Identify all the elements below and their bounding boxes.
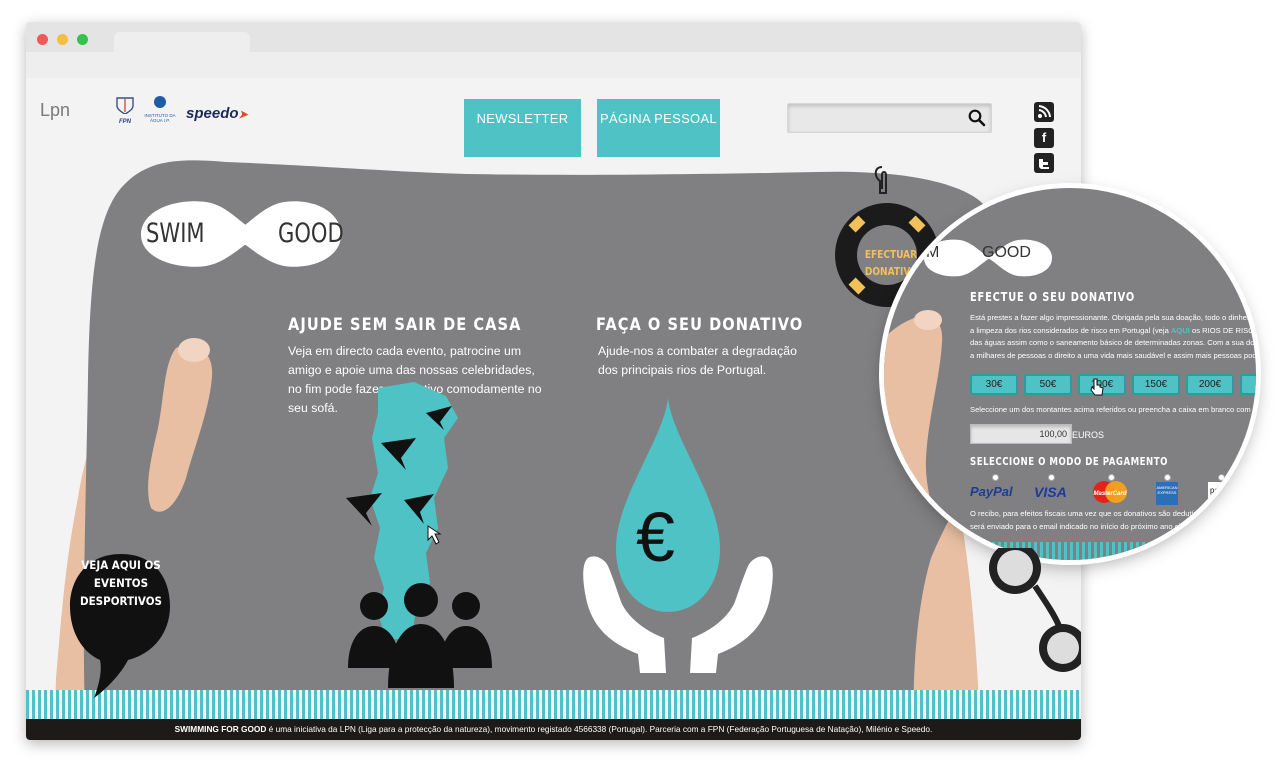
receipt-text: O recibo, para efeitos fiscais uma vez q… xyxy=(970,508,1202,533)
amex-logo[interactable]: AMERICAN EXPRESS xyxy=(1156,482,1178,505)
select-amount-text: Seleccione um dos montantes acima referi… xyxy=(970,405,1256,414)
lpn-logo[interactable]: Lpn xyxy=(40,100,70,121)
instituto-agua-logo[interactable]: INSTITUTO DA ÁGUA I.P. xyxy=(142,94,178,124)
receipt-line-1: O recibo, para efeitos fiscais uma vez q… xyxy=(970,509,1202,518)
speedo-boomerang-icon: ➤ xyxy=(238,109,248,121)
search-icon[interactable] xyxy=(968,109,986,127)
water-stripes xyxy=(26,690,1081,719)
intro-line-1: Está prestes a fazer algo impressionante… xyxy=(970,313,1256,322)
donativo-heading: FAÇA O SEU DONATIVO xyxy=(596,315,804,335)
minimize-window-dot[interactable] xyxy=(57,34,68,45)
magnifier-logo-for: FOR xyxy=(946,246,974,261)
hand-cursor-icon xyxy=(1090,378,1104,396)
donation-drop-illustration[interactable] xyxy=(578,398,778,678)
euro-icon: € xyxy=(636,498,675,576)
intro-line-2-a: a limpeza dos rios considerados de risco… xyxy=(970,325,1171,335)
currency-label: EUROS xyxy=(1072,430,1105,440)
amount-50-button[interactable]: 50€ xyxy=(1024,374,1072,395)
rios-risco-link[interactable]: AQUI xyxy=(1171,326,1190,335)
fpn-crest-icon xyxy=(116,97,134,115)
paypal-radio[interactable] xyxy=(992,474,999,481)
amex-radio[interactable] xyxy=(1164,474,1171,481)
svg-text:MasterCard: MasterCard xyxy=(1093,491,1126,497)
search-input[interactable] xyxy=(788,104,970,130)
events-bubble-line-3: DESPORTIVOS xyxy=(79,594,162,608)
magnifier-zoom: M FOR GOOD EFECTUE O SEU DONATIVO Está p… xyxy=(884,188,1256,560)
goggles-illustration xyxy=(989,548,1081,672)
facebook-icon[interactable]: f xyxy=(1034,128,1054,148)
browser-tab[interactable] xyxy=(114,32,250,52)
buoy-label-line-1: EFECTUAR xyxy=(864,248,918,261)
magnifier-intro: Está prestes a fazer algo impressionante… xyxy=(970,312,1256,362)
other-payment-radio[interactable] xyxy=(1218,474,1225,481)
magnifier-hand xyxy=(884,310,944,558)
intro-line-2-b: os RIOS DE RISCO) e xyxy=(1192,325,1256,335)
close-window-dot[interactable] xyxy=(37,34,48,45)
fpn-logo[interactable]: FPN xyxy=(114,96,136,125)
instituto-agua-text: INSTITUTO DA ÁGUA I.P. xyxy=(144,113,176,123)
rss-icon[interactable] xyxy=(1034,102,1054,122)
maximize-window-dot[interactable] xyxy=(77,34,88,45)
events-bubble-line-1: VEJA AQUI OS xyxy=(81,558,161,572)
twitter-icon[interactable] xyxy=(1034,153,1054,173)
pagina-pessoal-button[interactable]: PÁGINA PESSOAL xyxy=(597,99,720,157)
search-box xyxy=(787,103,992,133)
amount-input[interactable]: 100,00 xyxy=(970,424,1072,444)
portugal-map-illustration[interactable] xyxy=(326,378,506,688)
logo-word-for: FOR xyxy=(230,222,264,246)
intro-line-2: a limpeza dos rios considerados de risco… xyxy=(970,325,1256,338)
browser-toolbar xyxy=(26,52,1081,79)
amount-500-button[interactable]: 5 xyxy=(1240,374,1256,395)
buoy-label-line-2: DONATIVO xyxy=(864,265,918,278)
intro-line-4: a milhares de pessoas o direito a uma vi… xyxy=(970,350,1256,360)
logo-word-good: GOOD xyxy=(278,218,344,249)
magnifier-logo-good: GOOD xyxy=(982,244,1031,261)
footer-text: é uma iniciativa da LPN (Liga para a pro… xyxy=(266,724,933,734)
amount-200-button[interactable]: 200€ xyxy=(1186,374,1234,395)
logo-word-swim: SWIM xyxy=(146,218,205,249)
paypal-logo[interactable]: PayPal xyxy=(970,484,1013,499)
amount-150-button[interactable]: 150€ xyxy=(1132,374,1180,395)
newsletter-button[interactable]: NEWSLETTER xyxy=(464,99,581,157)
amount-30-button[interactable]: 30€ xyxy=(970,374,1018,395)
speedo-logo[interactable]: speedo➤ xyxy=(186,105,248,122)
receipt-line-2: será enviado para o email indicado no in… xyxy=(970,521,1185,531)
intro-line-3: das águas assim como o saneamento básico… xyxy=(970,338,1256,347)
payment-title: SELECCIONE O MODO DE PAGAMENTO xyxy=(970,456,1168,468)
footer-brand: SWIMMING FOR GOOD xyxy=(174,724,267,734)
speedo-logo-text: speedo xyxy=(186,105,239,122)
visa-radio[interactable] xyxy=(1048,474,1055,481)
events-bubble-line-2: EVENTOS xyxy=(93,576,149,590)
fpn-logo-text: FPN xyxy=(119,119,131,125)
left-thumbnail xyxy=(178,338,210,362)
visa-logo[interactable]: VISA xyxy=(1034,484,1067,500)
donativo-text: Ajude-nos a combater a degradação dos pr… xyxy=(598,344,797,377)
magnifier-logo-swim: M xyxy=(926,244,940,261)
ajude-heading: AJUDE SEM SAIR DE CASA xyxy=(288,315,522,335)
events-bubble[interactable]: VEJA AQUI OS EVENTOS DESPORTIVOS xyxy=(72,556,171,610)
magnifier-title: EFECTUE O SEU DONATIVO xyxy=(970,290,1136,304)
browser-chrome xyxy=(26,22,1081,79)
other-payment-logo[interactable]: pa xyxy=(1208,482,1240,500)
lpn-logo-text: Lpn xyxy=(40,100,71,120)
water-drop-icon xyxy=(154,96,166,108)
mastercard-logo[interactable]: MasterCard xyxy=(1090,480,1130,504)
people-silhouette-icon xyxy=(348,583,492,688)
efectuar-donativo-label: EFECTUAR DONATIVO xyxy=(864,246,918,280)
footer: SWIMMING FOR GOOD é uma iniciativa da LP… xyxy=(26,719,1081,740)
